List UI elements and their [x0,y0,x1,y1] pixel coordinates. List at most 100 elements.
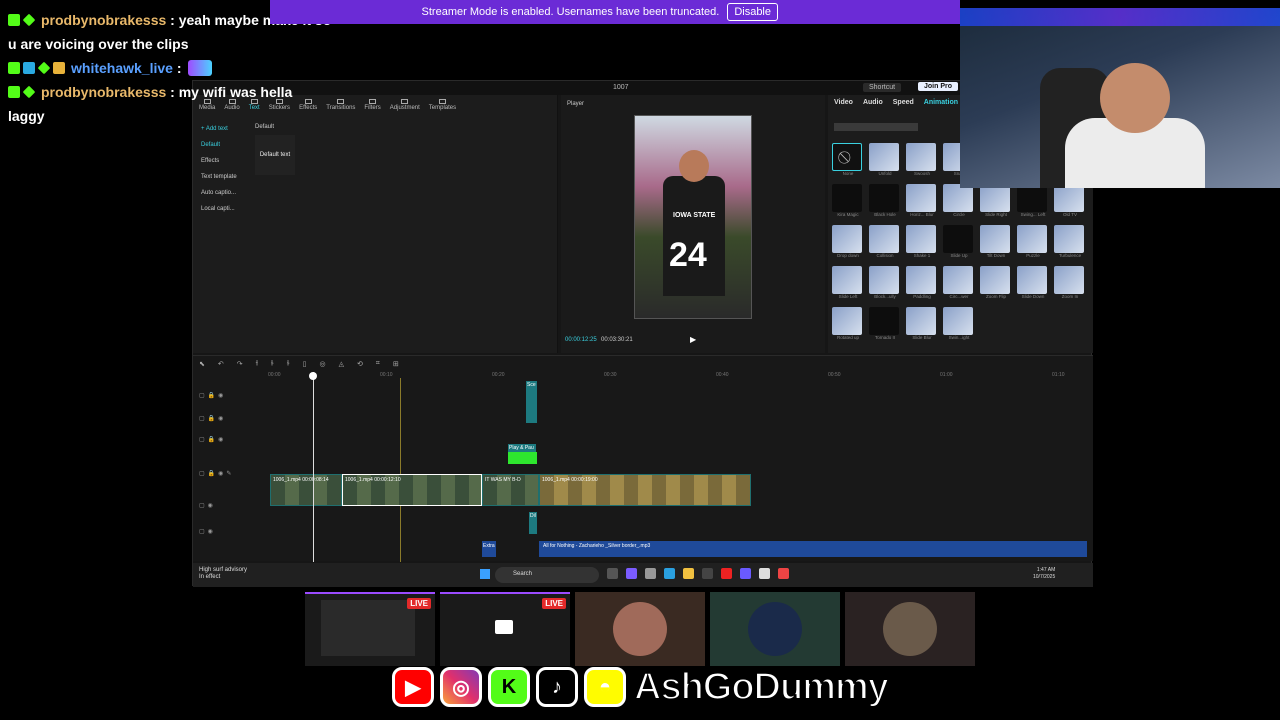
scene-thumbnail[interactable] [710,592,840,666]
folder-icon[interactable] [683,568,694,579]
animation-item[interactable]: Circ...wer [943,266,975,304]
crop-icon[interactable]: ⌗ [376,360,380,368]
join-pro-button[interactable]: Join Pro [918,82,959,91]
tab-video[interactable]: Video [834,99,853,106]
fit-icon[interactable]: ⊞ [393,360,399,368]
split-icon[interactable]: ⫲ [256,360,258,368]
animation-item[interactable]: Circle [943,184,975,222]
audio-clip[interactable]: Extra [482,541,496,557]
audio-clip[interactable]: All for Nothing - Zacharieho _Silver bor… [539,541,1087,557]
animation-item[interactable]: Slide Down [1017,266,1049,304]
split-left-icon[interactable]: ⫳ [271,360,274,368]
playhead-handle[interactable] [309,372,317,380]
sidebar-item-effects[interactable]: Effects [197,153,245,169]
tab-speed[interactable]: Speed [893,99,914,106]
app-icon[interactable] [702,568,713,579]
chat-overlay: prodbynobrakesss : yeah maybe make it so… [8,8,428,128]
clock-time: 1:47 AM [1036,567,1056,573]
animation-item[interactable]: Swing... Left [1017,184,1049,222]
animation-item[interactable]: Rotated up [832,307,864,345]
video-clip[interactable]: 1006_1.mp4 00:00:08:14 [270,474,342,506]
system-clock[interactable]: 1:47 AM 10/7/2025 [1033,567,1055,581]
animation-item[interactable]: Kira Magic [832,184,864,222]
windows-start-icon[interactable] [480,569,490,579]
animation-item[interactable]: Collision [869,225,901,263]
taskbar-search[interactable]: Search [495,567,599,583]
animation-item[interactable]: Unfold [869,143,901,181]
undo-icon[interactable]: ↶ [218,360,224,368]
animation-item[interactable]: Tilt Down [980,225,1012,263]
redo-icon[interactable]: ↷ [237,360,243,368]
task-view-icon[interactable] [607,568,618,579]
animation-item[interactable]: Old TV [1054,184,1086,222]
capcut-icon[interactable] [759,568,770,579]
youtube-app-icon[interactable] [721,568,732,579]
tab-animation[interactable]: Animation [924,99,958,106]
scene-thumbnail[interactable] [845,592,975,666]
video-clip[interactable]: 1006_1.mp4 00:00:12:10 [342,474,482,506]
sidebar-item-default[interactable]: Default [197,137,245,153]
track-controls[interactable]: ▢🔒◉ [199,415,226,422]
tab-templates[interactable]: Templates [429,99,456,111]
play-icon[interactable]: ▶ [690,335,696,344]
animation-item[interactable]: Puzzle [1017,225,1049,263]
animation-item[interactable]: Swoosh [906,143,938,181]
sidebar-item-text-template[interactable]: Text template [197,169,245,185]
mirror-icon[interactable]: ⟲ [357,360,363,368]
animation-item[interactable]: Slide Up [943,225,975,263]
discord-icon[interactable] [740,568,751,579]
scene-thumbnail[interactable] [575,592,705,666]
animation-item[interactable]: Zoom Flip [980,266,1012,304]
animation-item[interactable]: Horiz... Blur [906,184,938,222]
edge-icon[interactable] [664,568,675,579]
animation-item[interactable]: Zoom In [1054,266,1086,304]
animation-item[interactable]: Slide Left [832,266,864,304]
store-icon[interactable] [645,568,656,579]
video-clip[interactable]: 1006_1.mp4 00:00:19:00 [539,474,751,506]
disable-button[interactable]: Disable [727,3,778,21]
playhead[interactable] [313,372,314,562]
split-right-icon[interactable]: ⫳ [287,360,290,368]
default-text-tile[interactable]: Default text [255,135,295,175]
animation-item[interactable]: Shake 1 [906,225,938,263]
animation-label: Swin...ight [948,335,970,340]
scene-thumbnail[interactable]: LIVE [440,592,570,666]
animation-item[interactable]: Block...ully [869,266,901,304]
freeze-icon[interactable]: ◬ [339,360,344,368]
animation-item[interactable]: Paddling [906,266,938,304]
sidebar-item-auto-captions[interactable]: Auto captio... [197,185,245,201]
animation-item[interactable]: Slide Blur [906,307,938,345]
delete-icon[interactable]: ▯ [303,360,307,368]
kick-badge-icon [8,14,20,26]
animation-item[interactable]: ⃠None [832,143,864,181]
record-icon[interactable]: ◎ [319,360,325,368]
animation-thumbnail [1017,184,1047,212]
animation-item[interactable]: Swin...ight [943,307,975,345]
animation-thumbnail [943,225,973,253]
green-effect-clip[interactable] [508,452,537,464]
app-icon[interactable] [778,568,789,579]
animation-item[interactable]: Tornado II [869,307,901,345]
track-controls[interactable]: ▢🔒◉ [199,436,226,443]
scene-thumbnail[interactable]: LIVE [305,592,435,666]
animation-item[interactable]: Slide Right [980,184,1012,222]
animation-label: Slide Down [1021,294,1045,299]
track-controls[interactable]: ▢◉ [199,528,216,535]
select-tool-icon[interactable]: ⬉ [199,360,205,368]
animation-type-bar[interactable] [834,123,918,131]
animation-item[interactable]: Black Hole [869,184,901,222]
track-controls[interactable]: ▢🔒◉✎ [199,470,234,477]
text-clip[interactable]: Dil [529,512,537,534]
animation-label: Swing... Left [1020,212,1046,217]
track-controls[interactable]: ▢◉ [199,502,216,509]
shortcut-button[interactable]: Shortcut [863,83,902,92]
track-controls[interactable]: ▢🔒◉ [199,392,226,399]
sidebar-item-local-captions[interactable]: Local capti... [197,201,245,217]
video-clip[interactable]: IT WAS MY B-D [482,474,539,506]
chat-app-icon[interactable] [626,568,637,579]
animation-item[interactable]: Drop down [832,225,864,263]
text-clip[interactable]: Sce [526,381,537,423]
animation-item[interactable]: Turbulence [1054,225,1086,263]
tab-audio-props[interactable]: Audio [863,99,883,106]
weather-widget[interactable]: High surf advisory In effect [199,567,247,581]
